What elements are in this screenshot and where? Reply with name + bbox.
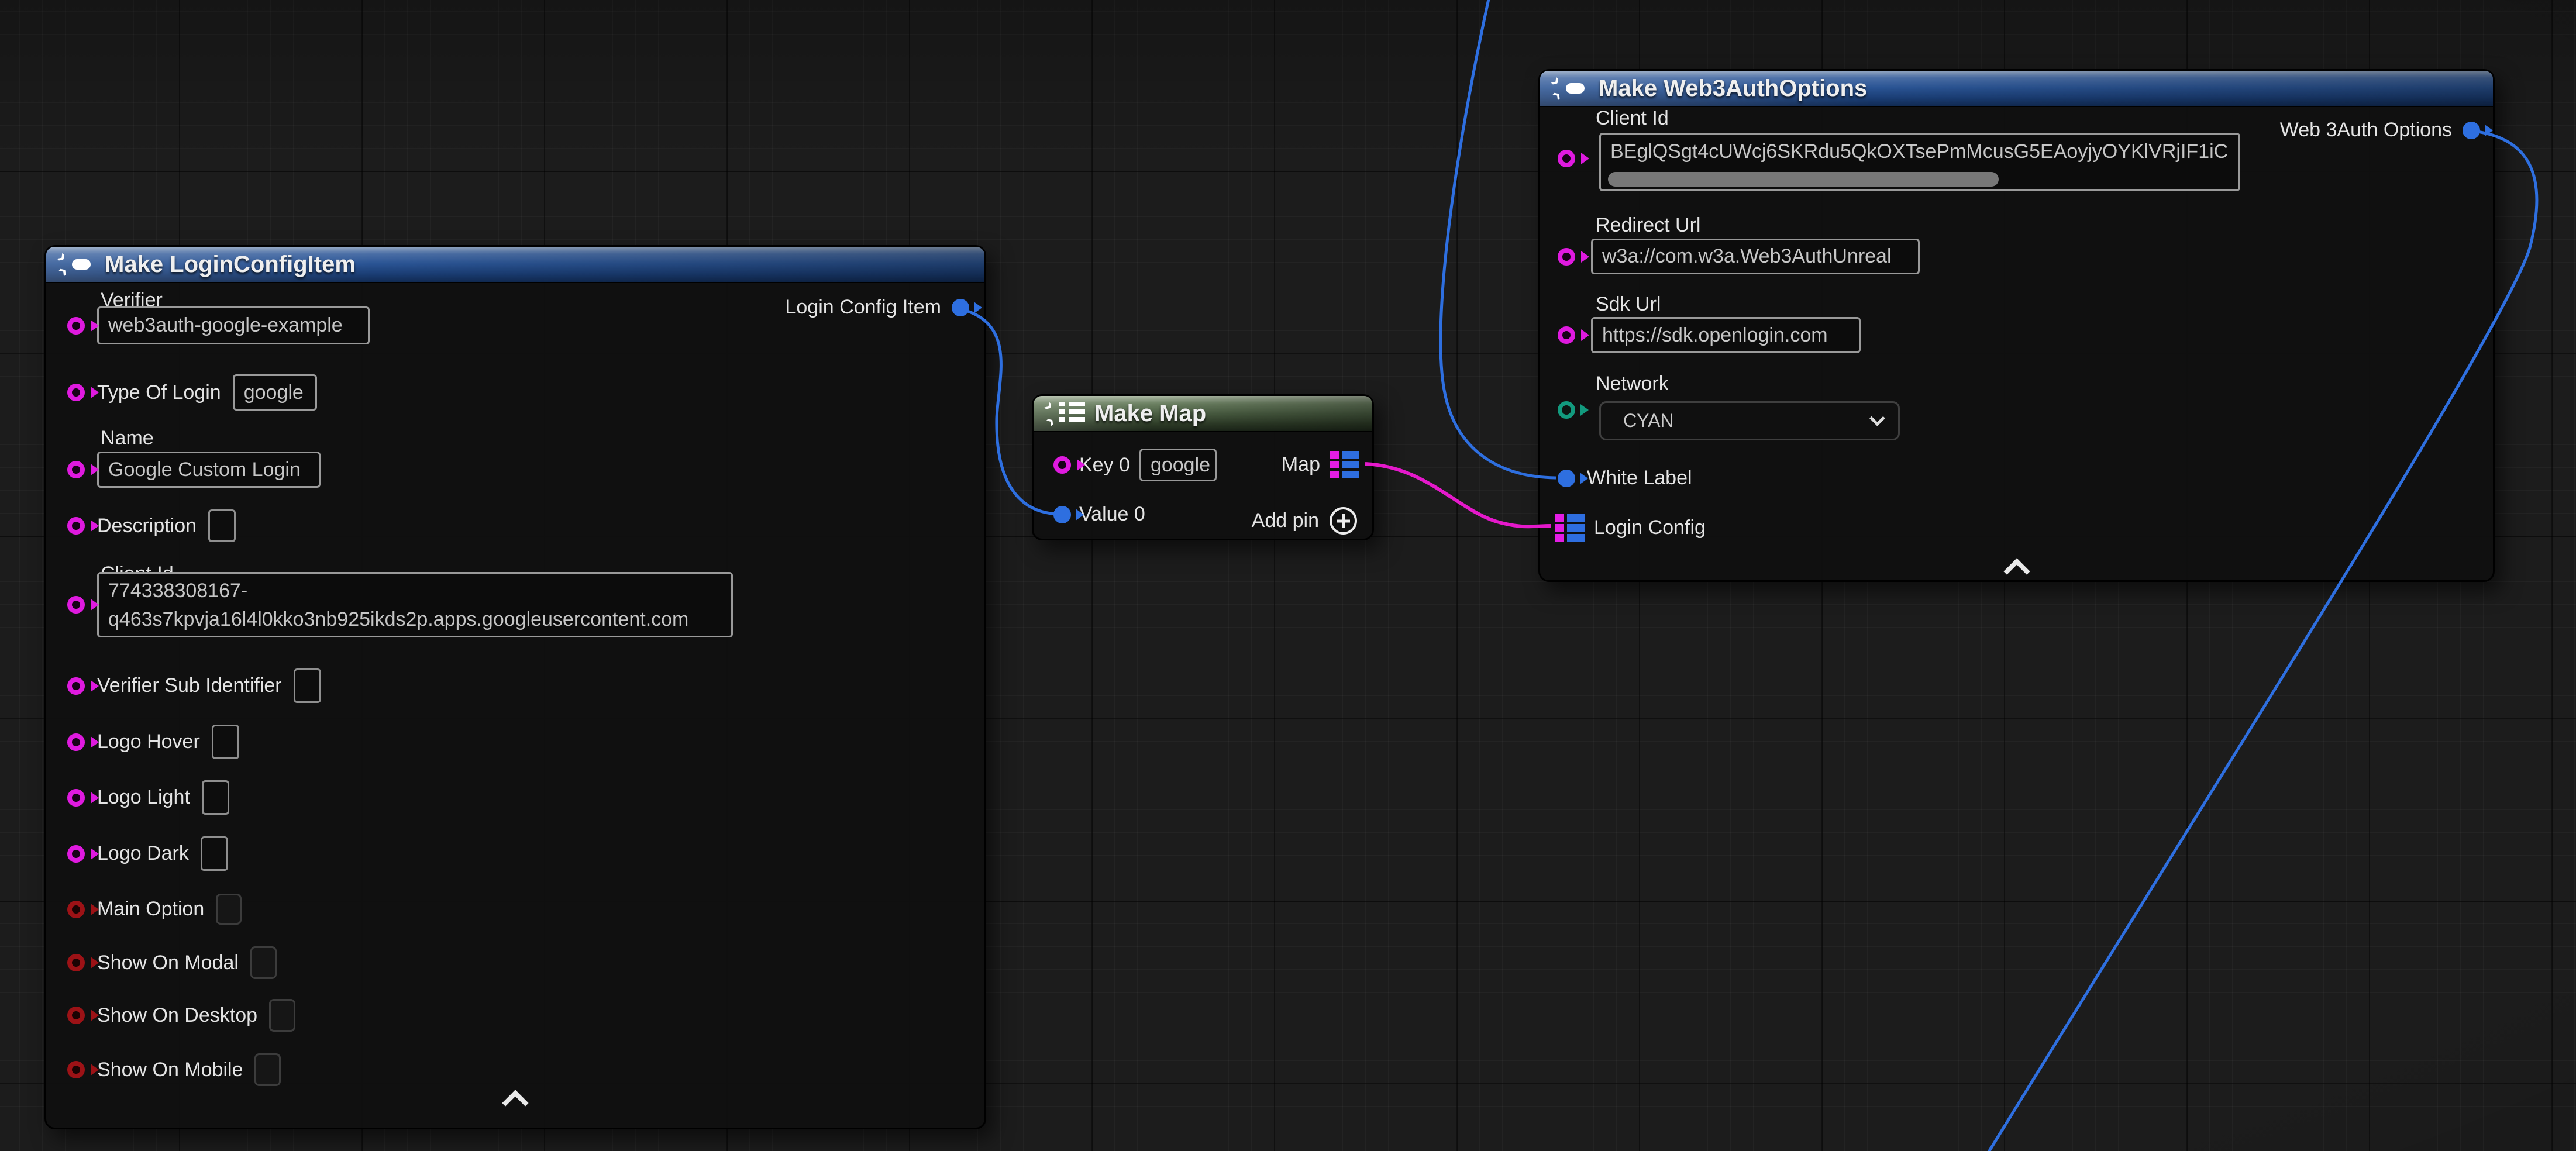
name-pin[interactable] — [67, 461, 85, 478]
make-struct-icon — [59, 251, 93, 277]
network-label: Network — [1596, 373, 1669, 395]
logo-light-input[interactable] — [202, 780, 229, 815]
login-config-item-output-row: Login Config Item — [786, 296, 970, 319]
type-of-login-label: Type Of Login — [97, 381, 221, 404]
show-on-modal-label: Show On Modal — [97, 952, 239, 974]
white-label-label: White Label — [1587, 467, 1692, 490]
logo-dark-pin[interactable] — [67, 845, 85, 863]
client-id-pin[interactable] — [67, 596, 85, 614]
verifier-pin[interactable] — [67, 317, 85, 335]
output-pin-label: Web 3Auth Options — [2280, 119, 2452, 142]
value-0-label: Value 0 — [1079, 503, 1145, 526]
main-option-pin[interactable] — [67, 901, 85, 918]
node-title: Make LoginConfigItem — [105, 251, 356, 278]
value-0-pin[interactable] — [1053, 506, 1071, 523]
client-id-pin[interactable] — [1558, 150, 1575, 167]
logo-dark-input[interactable] — [201, 836, 228, 871]
add-pin-label: Add pin — [1252, 509, 1319, 532]
verifier-sub-identifier-pin[interactable] — [67, 677, 85, 695]
horizontal-scrollbar-thumb[interactable] — [1608, 172, 1999, 187]
node-header-make-map[interactable]: Make Map — [1034, 396, 1372, 432]
verifier-sub-identifier-input[interactable] — [294, 668, 321, 703]
node-header-make-web3authoptions[interactable]: Make Web3AuthOptions — [1540, 71, 2493, 107]
show-on-mobile-pin[interactable] — [67, 1061, 85, 1078]
type-of-login-input[interactable]: google — [233, 374, 317, 411]
logo-light-pin[interactable] — [67, 789, 85, 807]
logo-hover-label: Logo Hover — [97, 730, 200, 753]
redirect-url-pin[interactable] — [1558, 248, 1575, 266]
login-config-item-output-pin[interactable] — [952, 299, 969, 316]
output-pin-label: Login Config Item — [786, 296, 942, 319]
login-config-pin[interactable] — [1555, 514, 1585, 542]
logo-hover-pin[interactable] — [67, 733, 85, 751]
logo-hover-input[interactable] — [212, 725, 239, 759]
wire-map-to-loginconfig[interactable] — [1365, 464, 1551, 526]
verifier-input[interactable]: web3auth-google-example — [97, 306, 370, 344]
main-option-label: Main Option — [97, 898, 204, 921]
logo-light-label: Logo Light — [97, 786, 190, 809]
node-title: Make Web3AuthOptions — [1599, 75, 1867, 102]
node-title: Make Map — [1094, 401, 1206, 427]
show-on-desktop-checkbox[interactable] — [269, 999, 295, 1032]
add-pin-icon[interactable] — [1330, 507, 1357, 535]
client-id-label: Client Id — [1596, 107, 1669, 130]
network-pin[interactable] — [1558, 401, 1575, 419]
collapse-chevron-icon[interactable] — [2003, 558, 2030, 584]
map-output-label: Map — [1282, 453, 1320, 476]
type-of-login-pin[interactable] — [67, 384, 85, 401]
description-pin[interactable] — [67, 517, 85, 535]
sdk-url-input[interactable]: https://sdk.openlogin.com — [1591, 317, 1861, 353]
key-0-label: Key 0 — [1079, 454, 1130, 477]
node-header-make-loginconfigitem[interactable]: Make LoginConfigItem — [46, 247, 984, 283]
node-make-map[interactable]: Make Map Key 0 google Map Value 0 Add pi… — [1032, 394, 1374, 540]
sdk-url-pin[interactable] — [1558, 326, 1575, 344]
login-config-label: Login Config — [1594, 516, 1706, 539]
description-input[interactable] — [208, 509, 236, 542]
redirect-url-label: Redirect Url — [1596, 214, 1700, 237]
client-id-input[interactable]: BEglQSgt4cUWcj6SKRdu5QkOXTsePmMcusG5EAoy… — [1599, 133, 2240, 191]
description-label: Description — [97, 515, 197, 537]
make-map-icon — [1046, 400, 1085, 427]
name-input[interactable]: Google Custom Login — [97, 452, 321, 488]
map-output-pin[interactable] — [1330, 451, 1359, 478]
key-0-input[interactable]: google — [1139, 449, 1217, 481]
node-make-loginconfigitem[interactable]: Make LoginConfigItem Login Config Item V… — [44, 245, 986, 1129]
show-on-desktop-label: Show On Desktop — [97, 1004, 257, 1027]
verifier-sub-identifier-label: Verifier Sub Identifier — [97, 674, 282, 697]
network-selected-value: CYAN — [1623, 410, 1674, 432]
show-on-mobile-label: Show On Mobile — [97, 1059, 243, 1081]
blueprint-graph-canvas[interactable]: Make LoginConfigItem Login Config Item V… — [0, 0, 2576, 1151]
main-option-checkbox[interactable] — [216, 894, 242, 925]
network-dropdown[interactable]: CYAN — [1599, 401, 1900, 440]
make-struct-icon — [1553, 75, 1587, 101]
client-id-input[interactable]: 774338308167-q463s7kpvja16l4l0kko3nb925i… — [97, 572, 733, 637]
chevron-down-icon — [1869, 411, 1885, 426]
show-on-modal-checkbox[interactable] — [250, 946, 277, 979]
key-0-pin[interactable] — [1053, 456, 1071, 474]
show-on-desktop-pin[interactable] — [67, 1007, 85, 1024]
sdk-url-label: Sdk Url — [1596, 293, 1661, 316]
show-on-modal-pin[interactable] — [67, 954, 85, 971]
redirect-url-input[interactable]: w3a://com.w3a.Web3AuthUnreal — [1591, 239, 1920, 274]
web3auth-options-output-pin[interactable] — [2463, 122, 2480, 139]
white-label-pin[interactable] — [1558, 470, 1575, 487]
logo-dark-label: Logo Dark — [97, 842, 189, 865]
web3auth-options-output-row: Web 3Auth Options — [2280, 119, 2480, 142]
node-make-web3authoptions[interactable]: Make Web3AuthOptions Web 3Auth Options C… — [1538, 69, 2495, 582]
collapse-chevron-icon[interactable] — [502, 1090, 528, 1116]
name-label: Name — [101, 427, 154, 450]
show-on-mobile-checkbox[interactable] — [254, 1053, 281, 1086]
